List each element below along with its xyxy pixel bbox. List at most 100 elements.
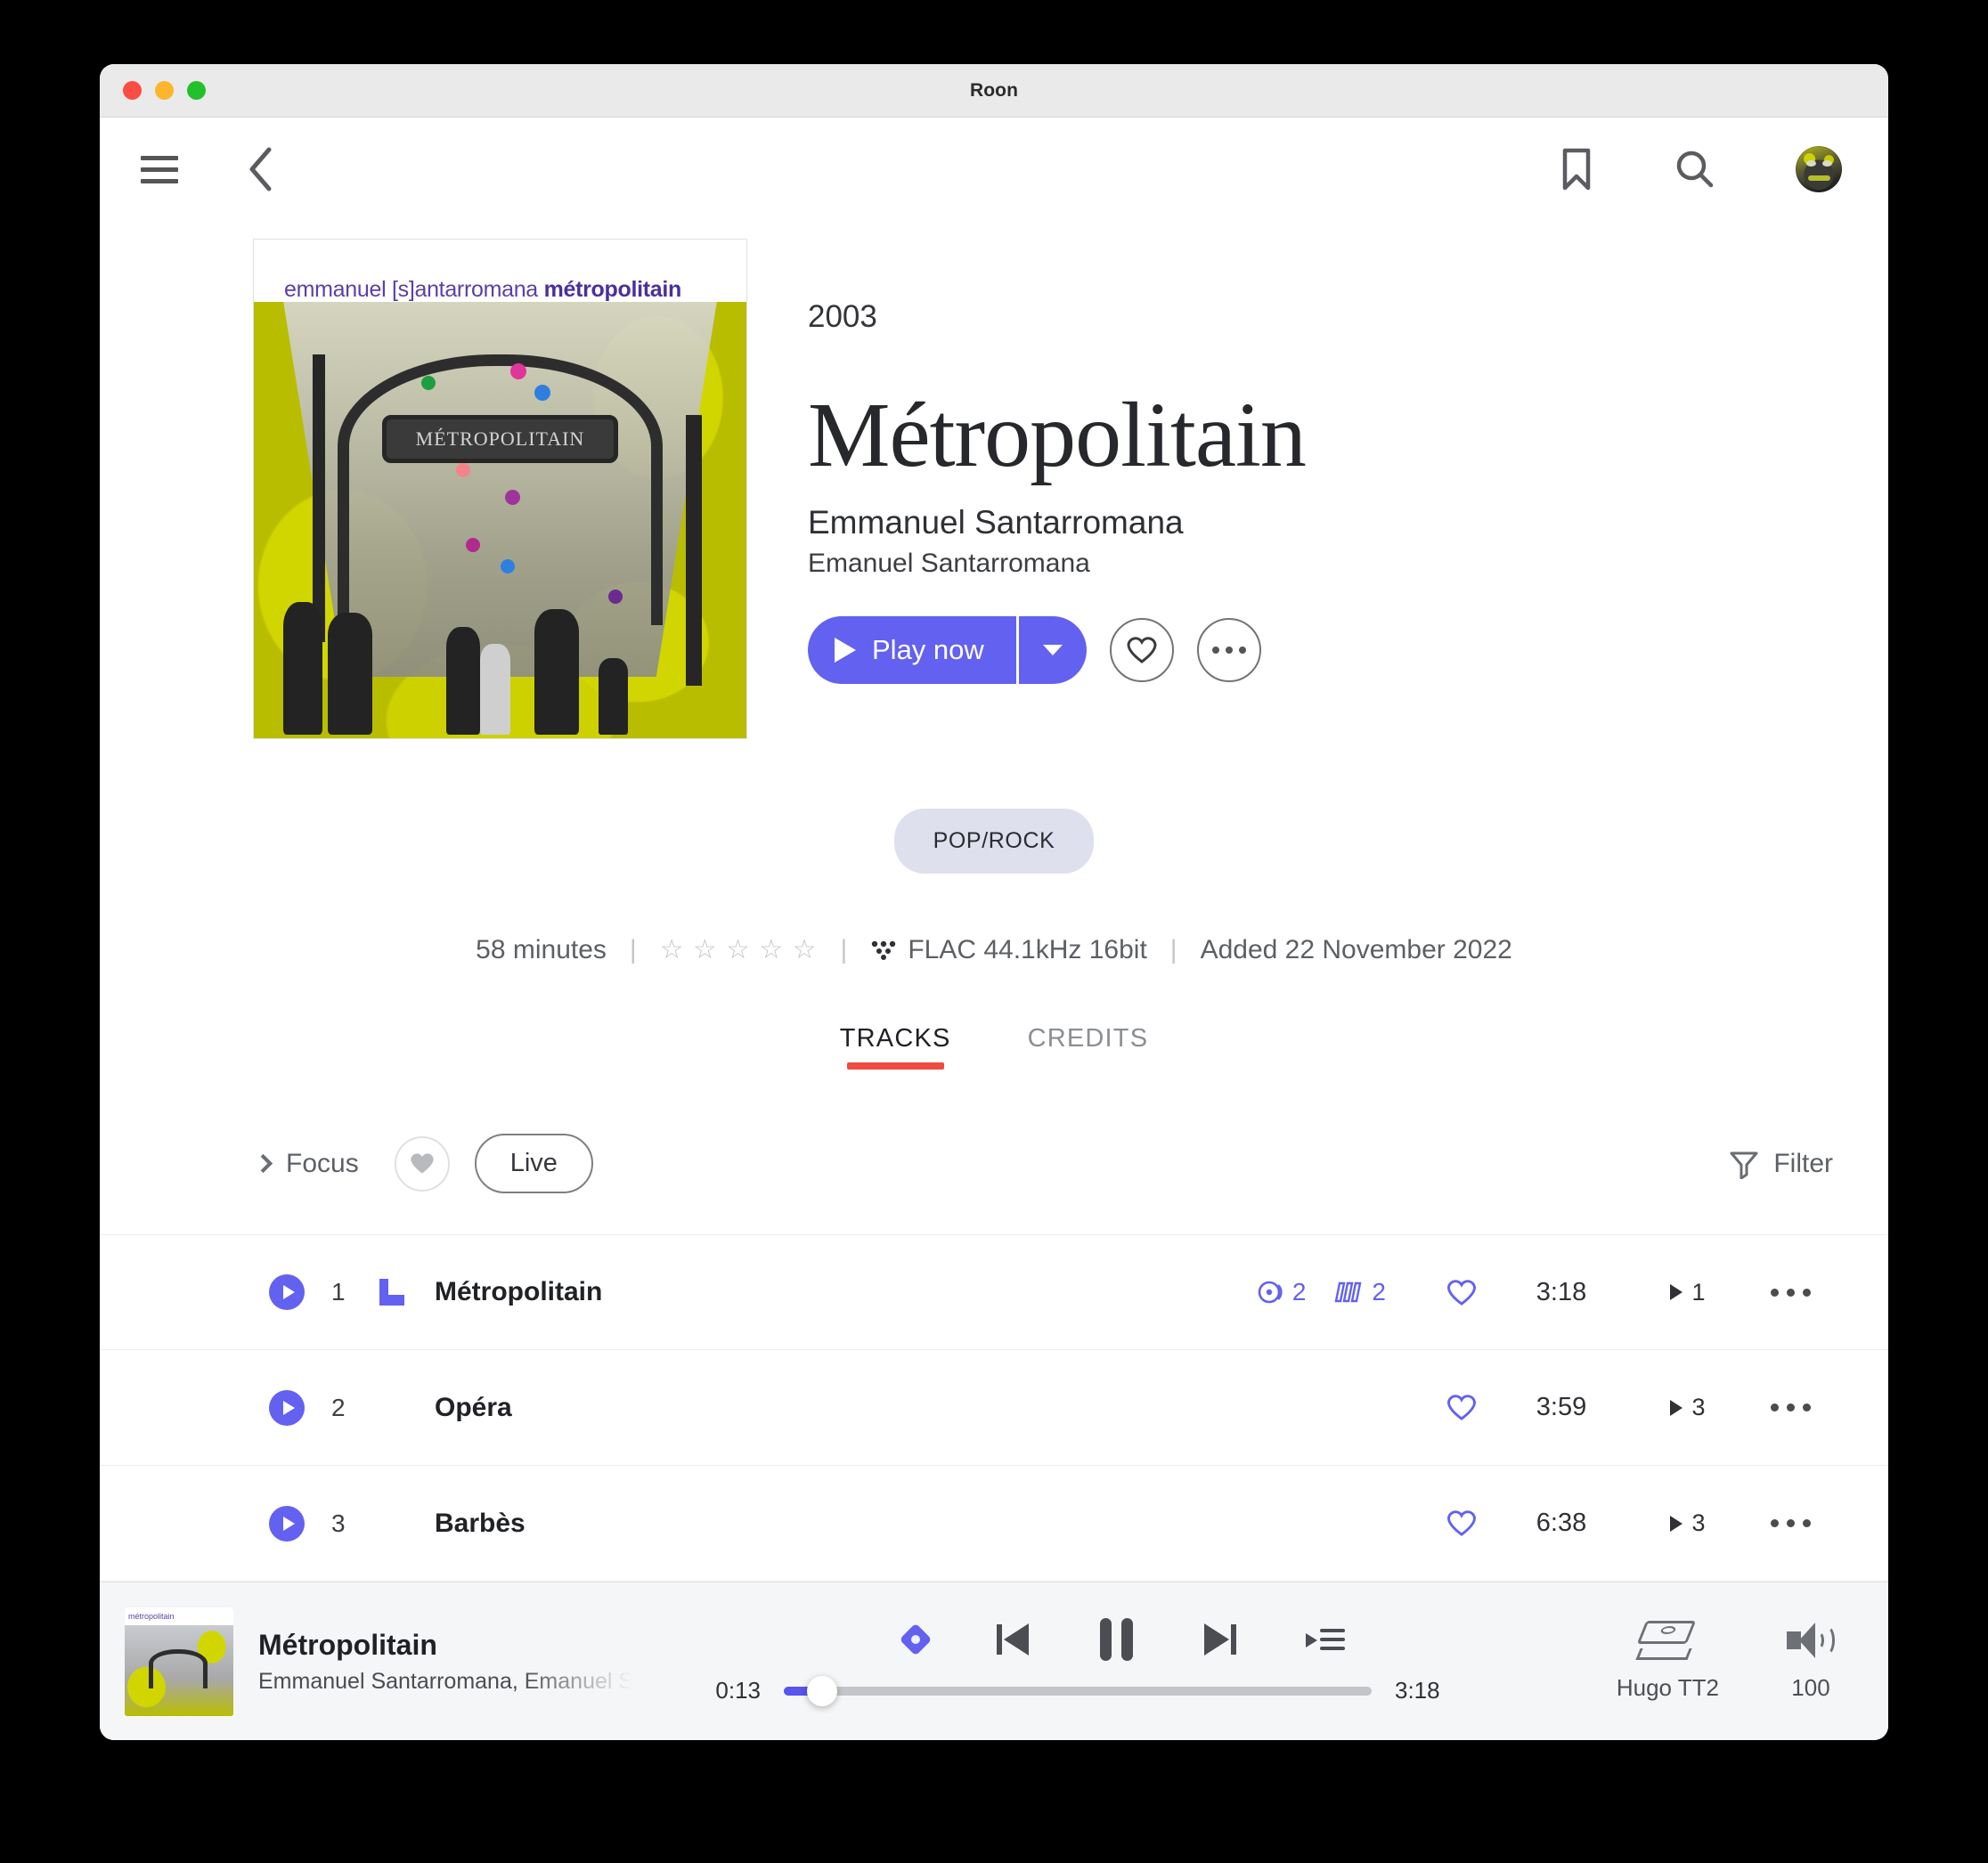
dac-device-icon [1635,1621,1697,1660]
figure-child [480,644,510,736]
zoom-window-button[interactable] [187,81,206,100]
album-hero: emmanuel [s]antarromana métropolitain MÉ… [100,221,1888,739]
tab-credits[interactable]: CREDITS [1028,1024,1149,1070]
filter-button[interactable]: Filter [1729,1149,1833,1179]
player-center-controls: 0:13 3:18 [632,1618,1617,1706]
track-versions-count: 2 [1291,1278,1307,1306]
now-playing-cover-art[interactable]: métropolitain [125,1607,233,1716]
album-artist-secondary[interactable]: Emanuel Santarromana [808,549,1888,579]
nav-right-group [1559,146,1842,192]
bookmarks-button[interactable] [1559,147,1594,191]
track-title[interactable]: Opéra [435,1393,1386,1423]
track-favorite-button[interactable] [1429,1509,1495,1537]
focus-button[interactable]: Focus [253,1149,359,1179]
hamburger-menu-button[interactable] [141,155,178,183]
tab-tracks[interactable]: TRACKS [840,1024,951,1070]
cover-art-photo: MÉTROPOLITAIN [254,302,746,738]
chevron-left-icon [249,147,272,191]
track-favorite-button[interactable] [1429,1279,1495,1306]
seek-slider-handle[interactable] [806,1675,837,1706]
now-playing-info[interactable]: métropolitain Métropolitain Emmanuel San… [125,1607,632,1716]
track-title[interactable]: Métropolitain [435,1277,1257,1307]
play-icon [835,638,856,663]
heart-filled-icon [411,1153,434,1174]
album-rating-stars[interactable]: ☆ ☆ ☆ ☆ ☆ [637,934,841,965]
track-play-button[interactable] [269,1274,305,1310]
cover-figures [254,564,746,738]
play-small-icon [1670,1399,1683,1416]
track-play-count-value: 3 [1691,1509,1706,1536]
track-more-options-button[interactable] [1748,1288,1833,1297]
track-versions-badge[interactable]: 2 [1257,1278,1307,1306]
player-bar: métropolitain Métropolitain Emmanuel San… [100,1582,1888,1740]
pause-button[interactable] [1099,1618,1133,1661]
track-title[interactable]: Barbès [435,1509,1386,1539]
cover-art-credit-title: métropolitain [543,277,682,302]
table-row[interactable]: 3 Barbès 6:38 3 [100,1466,1888,1582]
album-more-options-button[interactable] [1196,618,1261,683]
play-small-icon [1670,1284,1683,1300]
album-cover-art[interactable]: emmanuel [s]antarromana métropolitain MÉ… [253,239,747,739]
focus-live-chip[interactable]: Live [474,1134,593,1193]
volume-control[interactable]: 100 [1787,1621,1835,1702]
track-more-options-button[interactable] [1748,1519,1833,1527]
track-list: 1 Métropolitain 2 2 3:18 1 2 Opéra 3:59 … [100,1234,1888,1582]
roon-application-window: Roon emmanuel [s]antarromana métropolita… [100,64,1888,1740]
now-playing-text: Métropolitain Emmanuel Santarromana, Ema… [258,1629,632,1695]
figure-person [599,657,629,736]
play-options-dropdown-button[interactable] [1018,616,1087,685]
table-row[interactable]: 2 Opéra 3:59 3 [100,1350,1888,1466]
play-now-label: Play now [872,634,984,666]
now-playing-title: Métropolitain [258,1628,437,1661]
star-rating-icon: ☆ ☆ ☆ ☆ ☆ [659,935,818,964]
next-track-button[interactable] [1202,1623,1236,1656]
elapsed-time: 0:13 [715,1677,761,1704]
desktop-background: Roon emmanuel [s]antarromana métropolita… [0,0,1988,1863]
album-info: 2003 Métropolitain Emmanuel Santarromana… [747,239,1888,739]
track-play-count-value: 3 [1691,1394,1706,1420]
track-play-count-value: 1 [1691,1278,1706,1306]
minimize-window-button[interactable] [155,81,174,100]
album-artist-primary[interactable]: Emmanuel Santarromana [808,504,1888,541]
table-row[interactable]: 1 Métropolitain 2 2 3:18 1 [100,1234,1888,1350]
now-playing-indicator [379,1279,435,1306]
play-now-button[interactable]: Play now [808,616,1016,685]
album-audio-format[interactable]: FLAC 44.1kHz 16bit [847,935,1169,965]
album-title: Métropolitain [808,384,1307,486]
track-play-button[interactable] [269,1505,305,1542]
track-favorite-button[interactable] [1429,1394,1495,1421]
genre-tag-pop-rock[interactable]: POP/ROCK [893,809,1095,874]
signal-path-button[interactable] [899,1623,933,1656]
pause-icon [1099,1618,1133,1661]
zone-selector[interactable]: Hugo TT2 [1617,1621,1719,1702]
heart-outline-icon [1447,1510,1476,1536]
previous-track-button[interactable] [996,1623,1031,1656]
track-related-badge[interactable]: 2 [1332,1278,1386,1306]
track-play-button[interactable] [269,1389,305,1426]
zone-name: Hugo TT2 [1616,1674,1719,1701]
heart-outline-icon [1447,1279,1476,1306]
heart-outline-icon [1447,1395,1476,1420]
track-badges: 2 2 [1257,1278,1386,1306]
track-play-count: 3 [1628,1394,1748,1421]
search-icon [1676,151,1714,188]
app-root: emmanuel [s]antarromana métropolitain MÉ… [100,118,1888,1740]
next-track-icon [1202,1623,1236,1656]
close-window-button[interactable] [123,81,142,100]
album-added-date: Added 22 November 2022 [1200,934,1512,964]
back-button[interactable] [246,145,276,193]
queue-button[interactable] [1305,1626,1345,1653]
focus-favorites-chip[interactable] [394,1135,450,1192]
album-metadata-row: 58 minutes | ☆ ☆ ☆ ☆ ☆ | FLAC 44.1kHz 16… [100,934,1888,965]
window-titlebar: Roon [100,64,1888,118]
bookmark-icon [1562,148,1591,191]
search-button[interactable] [1674,149,1715,190]
figure-person [445,626,481,736]
favorite-album-button[interactable] [1109,618,1174,683]
figure-person [283,602,323,736]
heart-outline-icon [1127,637,1157,664]
accent-dot [509,362,526,379]
user-profile-button[interactable] [1796,146,1842,192]
seek-slider[interactable] [784,1675,1372,1706]
track-more-options-button[interactable] [1748,1403,1833,1411]
